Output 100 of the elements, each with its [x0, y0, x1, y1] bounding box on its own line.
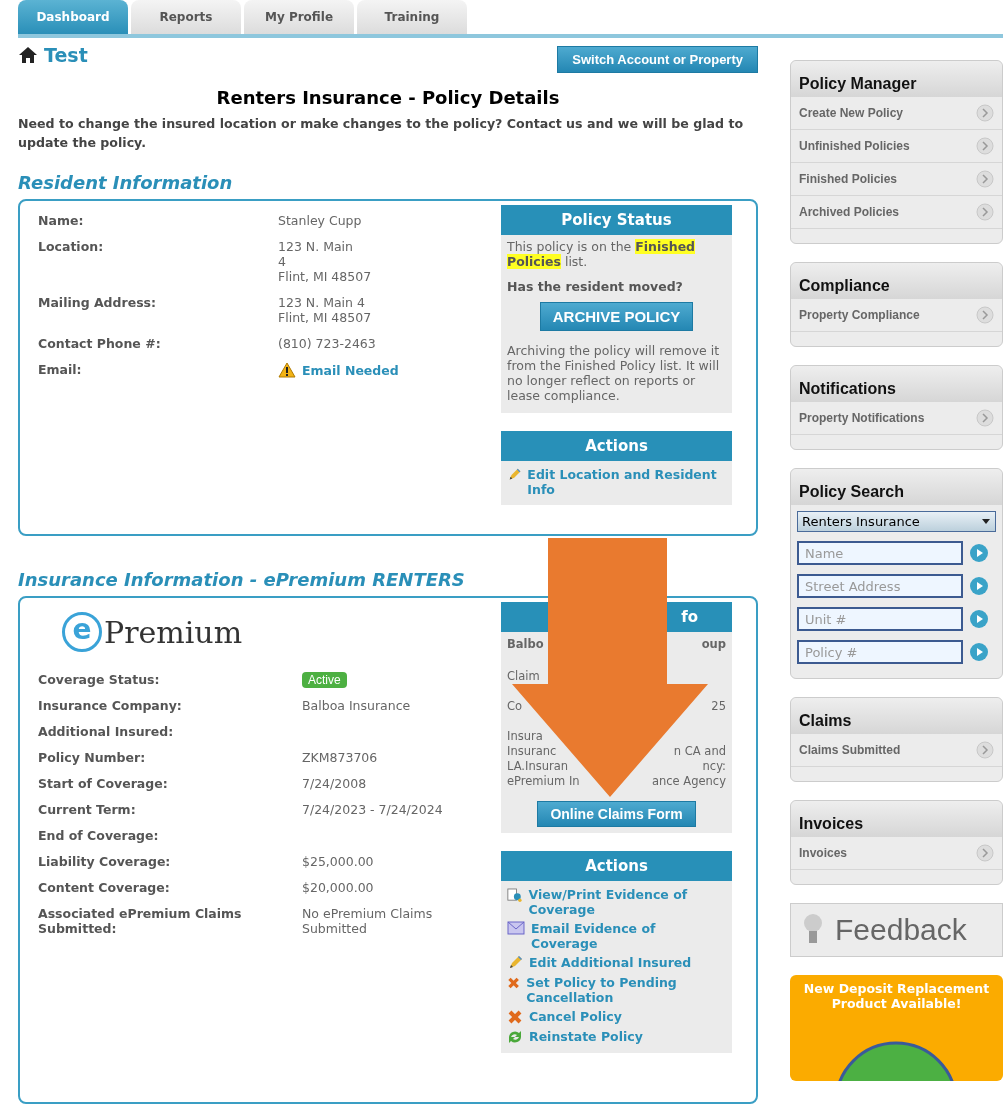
info-text: ance Agency	[651, 774, 726, 789]
sidebar-item[interactable]: Finished Policies	[791, 163, 1002, 196]
play-circle-icon[interactable]	[969, 642, 989, 662]
question-text: Has the resident moved?	[506, 278, 684, 296]
chevron-circle-icon	[976, 741, 994, 759]
info-text: Claim	[507, 669, 540, 684]
intro-text: Need to change the insured location or make changes to the policy? Contact us and we will be glad to update the policy.	[18, 115, 745, 152]
field-label: Contact Phone #:	[38, 336, 162, 351]
field-value: 123 N. Main 4 Flint, MI 48507	[278, 239, 373, 284]
nav-tab[interactable]: Training	[357, 0, 467, 34]
sidebar-item[interactable]: Unfinished Policies	[791, 130, 1002, 163]
field-value: No ePremium Claims Submitted	[302, 906, 434, 936]
play-circle-icon[interactable]	[969, 609, 989, 629]
sidebar-title: Claims	[791, 698, 1002, 734]
warning-icon	[278, 362, 296, 378]
panel-title: fo	[681, 608, 699, 626]
search-field[interactable]: Policy #	[797, 640, 963, 664]
info-text: Co	[507, 699, 523, 714]
email-needed-link[interactable]: Email Needed	[302, 362, 399, 378]
info-text: LA.Insuran	[507, 759, 568, 774]
action-link[interactable]: Email Evidence of Coverage	[501, 919, 732, 953]
field-value: (810) 723-2463	[278, 336, 377, 351]
pencil-icon	[507, 955, 523, 971]
feedback-button[interactable]: Feedback	[790, 903, 1003, 957]
sidebar-title: Compliance	[791, 263, 1002, 299]
company-text: oup	[701, 637, 726, 652]
section-heading: Insurance Information - ePremium RENTERS	[18, 569, 466, 590]
section-heading: Resident Information	[18, 172, 234, 193]
field-label: Associated ePremium Claims Submitted:	[38, 906, 243, 936]
field-label: Liability Coverage:	[38, 854, 172, 869]
action-link[interactable]: Cancel Policy	[501, 1007, 732, 1027]
field-label: Content Coverage:	[38, 880, 171, 895]
field-label: Policy Number:	[38, 750, 147, 765]
chevron-circle-icon	[976, 104, 994, 122]
sidebar-item[interactable]: Invoices	[791, 837, 1002, 870]
info-text: Insura	[507, 729, 543, 744]
field-value: $20,000.00	[302, 880, 375, 895]
cross-icon	[507, 975, 521, 991]
home-icon[interactable]	[18, 46, 38, 64]
sidebar-title: Policy Search	[791, 469, 1002, 505]
info-text: ncy:	[702, 759, 726, 774]
field-label: Mailing Address:	[38, 295, 158, 312]
field-label: Coverage Status:	[38, 672, 161, 687]
field-value: Balboa Insurance	[302, 698, 412, 713]
panel-title: Policy Status	[561, 211, 672, 229]
logo-mark: e	[62, 612, 102, 652]
play-circle-icon[interactable]	[969, 576, 989, 596]
chevron-circle-icon	[976, 409, 994, 427]
sidebar-item[interactable]: Archived Policies	[791, 196, 1002, 229]
action-link[interactable]: Edit Additional Insured	[501, 953, 732, 973]
cross-icon	[507, 1009, 523, 1025]
info-text: n CA and	[673, 744, 726, 759]
sidebar-item[interactable]: Property Compliance	[791, 299, 1002, 332]
sidebar-item[interactable]: Property Notifications	[791, 402, 1002, 435]
action-link[interactable]: View/Print Evidence of Coverage	[501, 885, 732, 919]
panel-title: Actions	[585, 437, 648, 455]
chevron-circle-icon	[976, 844, 994, 862]
field-value: $25,000.00	[302, 854, 375, 869]
switch-account-button[interactable]: Switch Account or Property	[557, 46, 758, 73]
nav-tab[interactable]: Reports	[131, 0, 241, 34]
field-label: Current Term:	[38, 802, 137, 817]
chevron-circle-icon	[976, 137, 994, 155]
search-field[interactable]: Street Address	[797, 574, 963, 598]
field-label: Start of Coverage:	[38, 776, 169, 791]
claims-form-button[interactable]: Online Claims Form	[537, 801, 696, 827]
panel-title: Actions	[585, 857, 648, 875]
action-link[interactable]: Edit Location and Resident Info	[501, 465, 732, 499]
nav-tab[interactable]: Dashboard	[18, 0, 128, 34]
field-label: Insurance Company:	[38, 698, 183, 713]
action-link[interactable]: Reinstate Policy	[501, 1027, 732, 1047]
archive-note: Archiving the policy will remove it from the Finished Policy list. It will no longer reflect on reports or lease compliance.	[506, 342, 721, 405]
search-field[interactable]: Name	[797, 541, 963, 565]
sidebar-title: Policy Manager	[791, 61, 1002, 97]
field-label: Location:	[38, 239, 105, 256]
company-text: Balbo	[507, 637, 544, 652]
property-title: Test	[44, 44, 88, 66]
play-circle-icon[interactable]	[969, 543, 989, 563]
type-select[interactable]: Renters Insurance	[797, 511, 996, 532]
field-value: 7/24/2023 - 7/24/2024	[302, 802, 444, 817]
chevron-circle-icon	[976, 306, 994, 324]
info-text: 25	[711, 699, 726, 714]
chevron-circle-icon	[976, 203, 994, 221]
action-link[interactable]: Set Policy to Pending Cancellation	[501, 973, 732, 1007]
nav-tab[interactable]: My Profile	[244, 0, 354, 34]
sidebar-item[interactable]: Create New Policy	[791, 97, 1002, 130]
promo-text: New Deposit Replacement Product Available!	[802, 981, 991, 1011]
field-label: End of Coverage:	[38, 828, 160, 843]
field-value: Stanley Cupp	[278, 213, 363, 228]
search-field[interactable]: Unit #	[797, 607, 963, 631]
logo-text: Premium	[104, 614, 243, 650]
refresh-icon	[507, 1029, 523, 1045]
envelope-icon	[507, 921, 525, 935]
field-value: 123 N. Main 4 Flint, MI 48507	[278, 295, 373, 325]
chevron-circle-icon	[976, 170, 994, 188]
sidebar-item[interactable]: Claims Submitted	[791, 734, 1002, 767]
status-text: This policy is on the Finished Policies list.	[507, 239, 697, 269]
archive-policy-button[interactable]: ARCHIVE POLICY	[539, 302, 694, 331]
sidebar-title: Invoices	[791, 801, 1002, 837]
field-label: Name:	[38, 213, 85, 228]
field-value: ZKM873706	[302, 750, 379, 765]
